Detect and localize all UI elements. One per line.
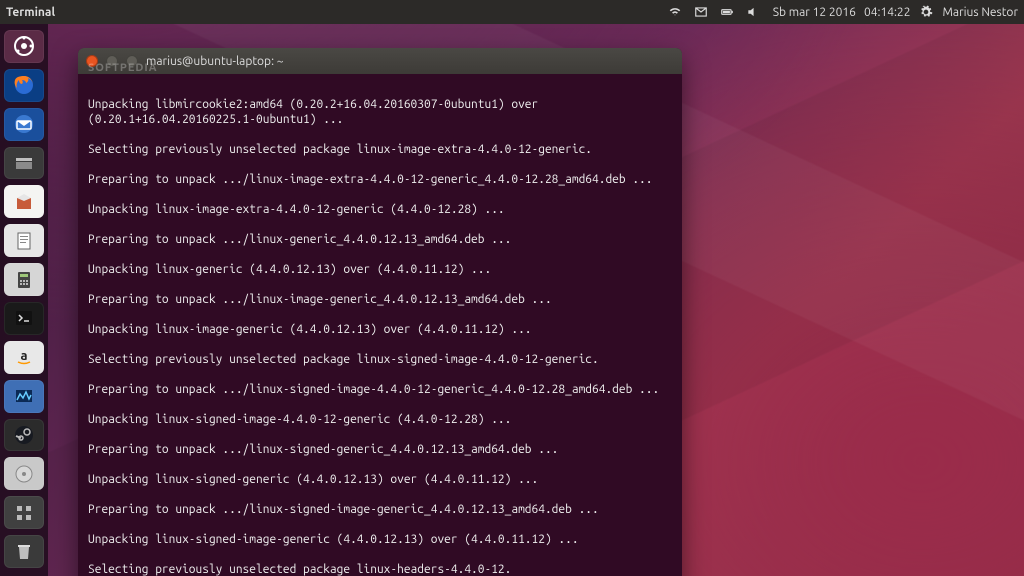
clock-time[interactable]: 04:14:22 bbox=[864, 6, 911, 19]
launcher-calculator[interactable] bbox=[4, 263, 44, 296]
terminal-line: Unpacking linux-image-extra-4.4.0-12-gen… bbox=[88, 203, 505, 216]
window-close-button[interactable] bbox=[86, 55, 98, 67]
terminal-line: Selecting previously unselected package … bbox=[88, 353, 599, 366]
volume-icon[interactable] bbox=[745, 4, 761, 20]
terminal-line: Unpacking linux-signed-image-4.4.0-12-ge… bbox=[88, 413, 511, 426]
launcher-more[interactable] bbox=[4, 496, 44, 529]
unity-launcher: a bbox=[0, 24, 48, 576]
session-user[interactable]: Marius Nestor bbox=[942, 6, 1018, 19]
launcher-dash[interactable] bbox=[4, 30, 44, 63]
terminal-line: Preparing to unpack .../linux-signed-ima… bbox=[88, 503, 599, 516]
launcher-steam[interactable] bbox=[4, 419, 44, 452]
active-app-title: Terminal bbox=[6, 6, 55, 19]
clock-date[interactable]: Sb mar 12 2016 bbox=[773, 6, 856, 19]
terminal-line: Preparing to unpack .../linux-image-gene… bbox=[88, 293, 552, 306]
window-titlebar[interactable]: marius@ubuntu-laptop: ~ bbox=[78, 48, 682, 74]
window-maximize-button[interactable] bbox=[126, 55, 138, 67]
top-menubar: Terminal Sb mar 12 2016 04:14:22 Marius … bbox=[0, 0, 1024, 24]
terminal-line: Selecting previously unselected package … bbox=[88, 563, 511, 576]
terminal-line: Preparing to unpack .../linux-image-extr… bbox=[88, 173, 652, 186]
terminal-line: Unpacking linux-image-generic (4.4.0.12.… bbox=[88, 323, 532, 336]
battery-icon[interactable] bbox=[719, 4, 735, 20]
launcher-software[interactable] bbox=[4, 185, 44, 218]
gear-icon[interactable] bbox=[918, 4, 934, 20]
terminal-window[interactable]: marius@ubuntu-laptop: ~ Unpacking libmir… bbox=[78, 48, 682, 576]
terminal-line: Unpacking linux-signed-generic (4.4.0.12… bbox=[88, 473, 538, 486]
launcher-system-monitor[interactable] bbox=[4, 380, 44, 413]
launcher-files[interactable] bbox=[4, 147, 44, 180]
terminal-line: Selecting previously unselected package … bbox=[88, 143, 592, 156]
window-title: marius@ubuntu-laptop: ~ bbox=[146, 55, 284, 68]
window-minimize-button[interactable] bbox=[106, 55, 118, 67]
launcher-thunderbird[interactable] bbox=[4, 108, 44, 141]
system-indicators[interactable] bbox=[667, 4, 761, 20]
network-icon[interactable] bbox=[667, 4, 683, 20]
terminal-line: Preparing to unpack .../linux-generic_4.… bbox=[88, 233, 511, 246]
terminal-line: Unpacking libmircookie2:amd64 (0.20.2+16… bbox=[88, 98, 545, 126]
terminal-output[interactable]: Unpacking libmircookie2:amd64 (0.20.2+16… bbox=[78, 74, 682, 576]
terminal-line: Unpacking linux-generic (4.4.0.12.13) ov… bbox=[88, 263, 491, 276]
mail-icon[interactable] bbox=[693, 4, 709, 20]
launcher-writer[interactable] bbox=[4, 224, 44, 257]
svg-text:a: a bbox=[20, 349, 27, 363]
launcher-firefox[interactable] bbox=[4, 69, 44, 102]
launcher-terminal[interactable] bbox=[4, 302, 44, 335]
terminal-line: Preparing to unpack .../linux-signed-ima… bbox=[88, 383, 659, 396]
terminal-line: Preparing to unpack .../linux-signed-gen… bbox=[88, 443, 558, 456]
launcher-amazon[interactable]: a bbox=[4, 341, 44, 374]
terminal-line: Unpacking linux-signed-image-generic (4.… bbox=[88, 533, 579, 546]
launcher-media[interactable] bbox=[4, 457, 44, 490]
launcher-trash[interactable] bbox=[4, 535, 44, 568]
